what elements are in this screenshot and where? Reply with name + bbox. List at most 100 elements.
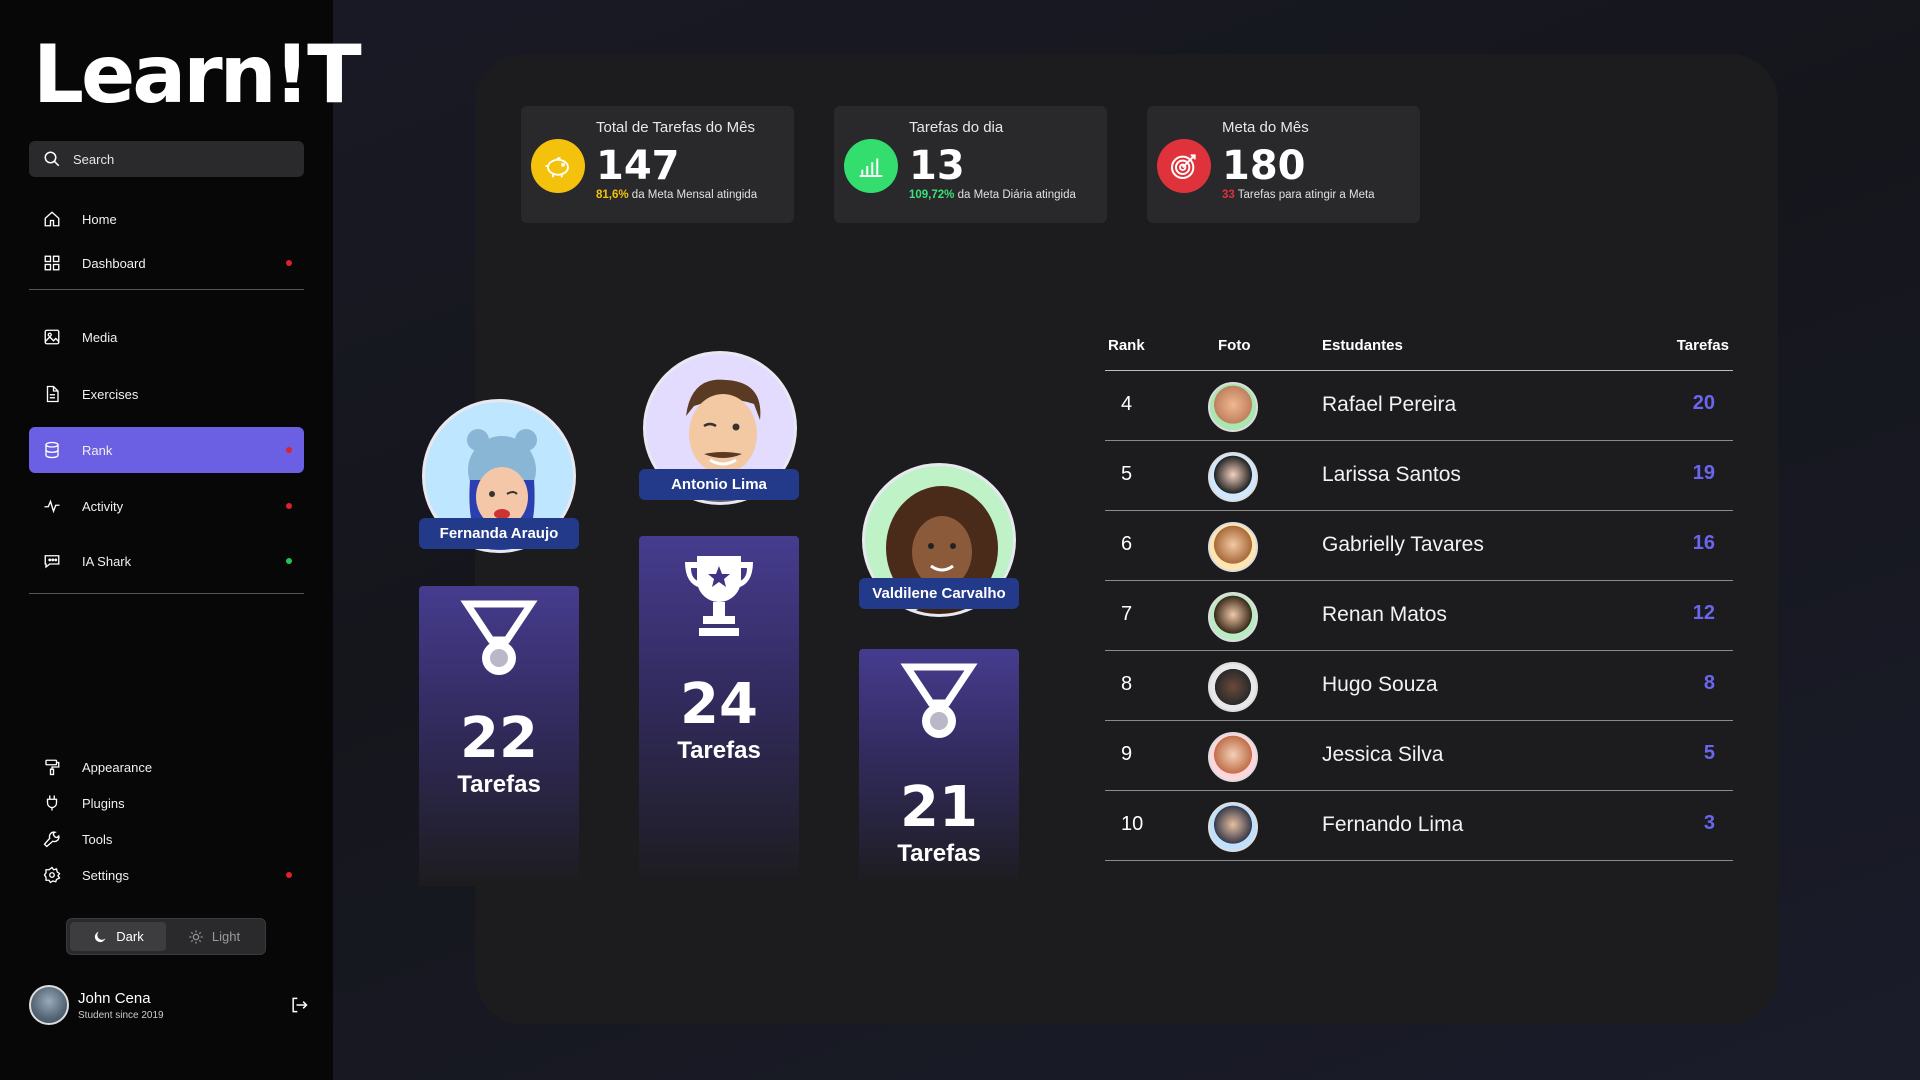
sidebar-item-ia-shark[interactable]: IA Shark	[29, 538, 304, 584]
podium-name-3: Valdilene Carvalho	[859, 578, 1019, 609]
sidebar-item-label: Home	[82, 211, 117, 227]
sidebar-item-dashboard[interactable]: Dashboard	[29, 240, 304, 286]
sidebar-item-exercises[interactable]: Exercises	[29, 371, 304, 417]
stat-card-month-total: Total de Tarefas do Mês 147 81,6% da Met…	[521, 106, 794, 223]
table-row[interactable]: 8 Hugo Souza 8	[1105, 651, 1733, 721]
table-row[interactable]: 10 Fernando Lima 3	[1105, 791, 1733, 861]
stat-card-day: Tarefas do dia 13 109,72% da Meta Diária…	[834, 106, 1107, 223]
notification-dot	[286, 260, 292, 266]
sidebar-item-rank[interactable]: Rank	[29, 427, 304, 473]
podium-name-2: Fernanda Araujo	[419, 518, 579, 549]
tasks-cell: 20	[1692, 392, 1715, 414]
podium-label-1: Tarefas	[677, 737, 761, 764]
grid-icon	[42, 253, 62, 273]
podium-tasks-1: 24	[680, 672, 758, 737]
table-row[interactable]: 4 Rafael Pereira 20	[1105, 371, 1733, 441]
moon-icon	[95, 931, 106, 942]
sidebar-item-settings[interactable]: Settings	[29, 852, 304, 898]
stat-value: 147	[596, 143, 680, 189]
table-row[interactable]: 5 Larissa Santos 19	[1105, 441, 1733, 511]
sidebar-item-media[interactable]: Media	[29, 314, 304, 360]
rank-cell: 10	[1121, 813, 1144, 835]
gear-icon	[42, 865, 62, 885]
logout-icon[interactable]	[289, 995, 309, 1020]
tasks-cell: 5	[1703, 742, 1715, 764]
podium-label-2: Tarefas	[457, 771, 541, 798]
student-name-cell: Renan Matos	[1322, 603, 1447, 626]
column-header-tasks[interactable]: Tarefas	[1677, 337, 1729, 354]
stat-highlight: 81,6%	[596, 189, 629, 201]
avatar	[1208, 522, 1258, 572]
avatar	[1208, 592, 1258, 642]
search-placeholder: Search	[73, 151, 115, 167]
sidebar-item-home[interactable]: Home	[29, 196, 304, 242]
rank-cell: 7	[1121, 603, 1133, 625]
user-profile: John Cena Student since 2019	[29, 985, 309, 1025]
sidebar-item-label: IA Shark	[82, 553, 132, 569]
column-header-foto[interactable]: Foto	[1218, 337, 1250, 354]
avatar	[1208, 732, 1258, 782]
sidebar-item-label: Tools	[82, 831, 113, 847]
column-header-rank[interactable]: Rank	[1108, 337, 1145, 354]
notification-dot	[286, 872, 292, 878]
rank-cell: 5	[1121, 463, 1133, 485]
podium-name-1: Antonio Lima	[639, 469, 799, 500]
table-row[interactable]: 6 Gabrielly Tavares 16	[1105, 511, 1733, 581]
piggy-bank-icon	[531, 139, 585, 193]
student-name-cell: Larissa Santos	[1322, 463, 1461, 486]
sidebar-item-label: Media	[82, 329, 118, 345]
podium-block-1: 24 Tarefas	[639, 536, 799, 886]
dark-mode-button[interactable]: Dark	[70, 922, 166, 951]
sidebar-item-label: Dashboard	[82, 255, 146, 271]
search-input[interactable]: Search	[29, 141, 304, 177]
sidebar-divider	[29, 289, 304, 290]
pulse-icon	[42, 496, 62, 516]
status-dot	[286, 558, 292, 564]
stat-subtitle: 33 Tarefas para atingir a Meta	[1222, 189, 1375, 201]
app-logo[interactable]: Learn!T	[33, 28, 362, 121]
avatar[interactable]	[29, 985, 69, 1025]
column-header-students[interactable]: Estudantes	[1322, 337, 1403, 354]
stat-value: 13	[909, 143, 965, 189]
signal-bars-icon	[844, 139, 898, 193]
stat-subtitle-text: Tarefas para atingir a Meta	[1234, 189, 1375, 201]
light-mode-label: Light	[211, 929, 241, 944]
sidebar-item-label: Appearance	[82, 759, 153, 775]
paint-roller-icon	[42, 757, 62, 777]
tasks-cell: 19	[1692, 462, 1715, 484]
rank-cell: 4	[1121, 393, 1133, 415]
search-icon	[44, 151, 60, 167]
table-row[interactable]: 9 Jessica Silva 5	[1105, 721, 1733, 791]
sidebar-divider	[29, 593, 304, 594]
medal-icon	[859, 661, 1019, 750]
sidebar-item-label: Rank	[82, 442, 113, 458]
table-row[interactable]: 7 Renan Matos 12	[1105, 581, 1733, 651]
sun-icon	[189, 929, 203, 944]
student-name-cell: Gabrielly Tavares	[1322, 533, 1484, 556]
rank-cell: 9	[1121, 743, 1133, 765]
stat-subtitle-text: da Meta Mensal atingida	[628, 189, 758, 201]
theme-toggle: Dark Light	[66, 918, 266, 955]
tasks-cell: 3	[1703, 812, 1715, 834]
stat-subtitle: 109,72% da Meta Diária atingida	[909, 189, 1076, 201]
tasks-cell: 16	[1692, 532, 1715, 554]
podium-label-3: Tarefas	[897, 840, 981, 867]
sidebar-item-activity[interactable]: Activity	[29, 483, 304, 529]
stat-card-month-goal: Meta do Mês 180 33 Tarefas para atingir …	[1147, 106, 1420, 223]
light-mode-button[interactable]: Light	[166, 922, 262, 951]
sidebar-item-label: Plugins	[82, 795, 125, 811]
rank-cell: 6	[1121, 533, 1133, 555]
dark-mode-label: Dark	[116, 929, 144, 944]
sidebar-item-label: Settings	[82, 867, 129, 883]
stat-subtitle: 81,6% da Meta Mensal atingida	[596, 189, 757, 201]
image-icon	[42, 327, 62, 347]
sidebar: Learn!T Search Home Dashboard Media Exer…	[0, 0, 362, 1080]
podium-block-2: 22 Tarefas	[419, 586, 579, 886]
home-icon	[42, 209, 62, 229]
tasks-cell: 12	[1692, 602, 1715, 624]
tasks-cell: 8	[1703, 672, 1715, 694]
rank-cell: 8	[1121, 673, 1133, 695]
podium-block-3: 21 Tarefas	[859, 649, 1019, 886]
trophy-icon	[639, 550, 799, 645]
student-name-cell: Fernando Lima	[1322, 813, 1464, 836]
